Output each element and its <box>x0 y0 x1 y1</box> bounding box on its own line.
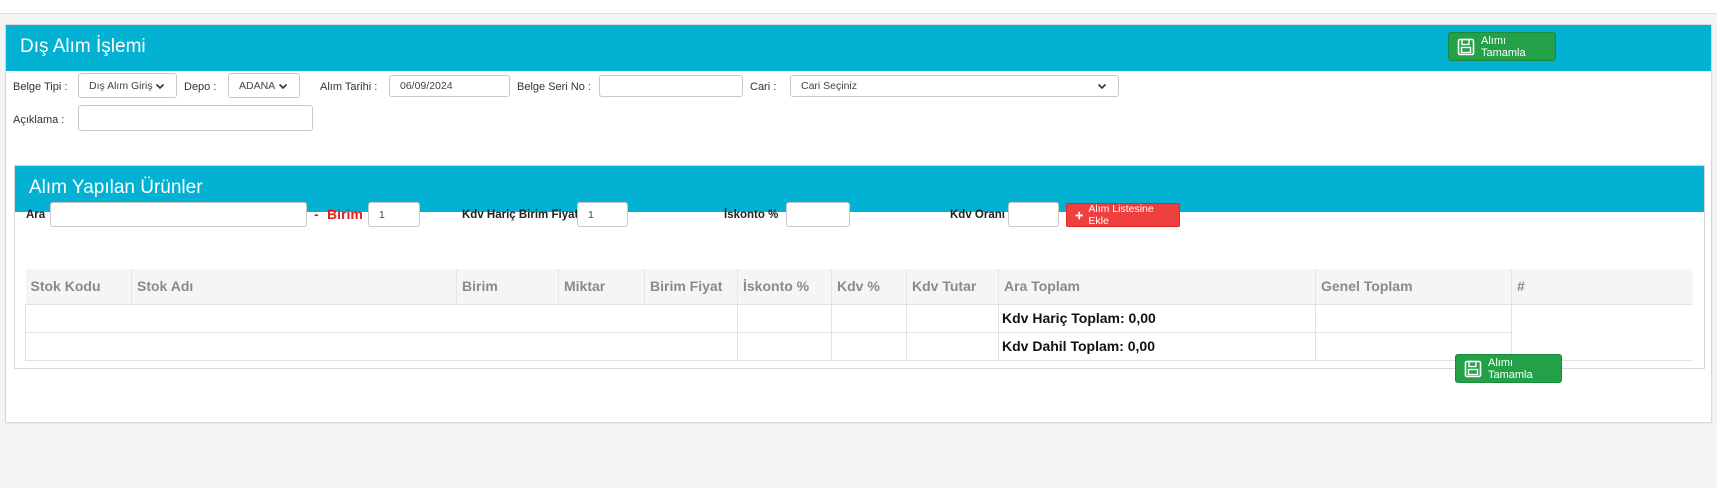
chevron-down-icon <box>1097 83 1107 90</box>
iskonto-label: İskonto % <box>724 209 779 221</box>
column-header-stok-adi[interactable]: Stok Adı <box>131 269 457 305</box>
table-cell <box>831 331 907 361</box>
table-row: Kdv Dahil Toplam: 0,00 <box>25 331 1693 361</box>
kdv-orani-label: Kdv Oranı <box>950 209 1005 221</box>
add-to-list-label: Alım Listesine Ekle <box>1088 203 1154 227</box>
ara-search-input[interactable] <box>50 202 307 227</box>
kdv-haric-toplam: Kdv Hariç Toplam: 0,00 <box>998 303 1316 333</box>
chevron-down-icon <box>278 83 288 89</box>
aciklama-label: Açıklama : <box>13 114 65 126</box>
kdv-haric-birim-fiyat-input[interactable]: 1 <box>577 202 628 227</box>
table-cell <box>1511 304 1693 361</box>
complete-button-label: Alımı Tamamla <box>1481 34 1526 59</box>
belge-tipi-value: Dış Alım Giriş <box>89 79 153 92</box>
alim-tarihi-value: 06/09/2024 <box>400 80 453 92</box>
table-cell <box>25 303 738 333</box>
belge-tipi-label: Belge Tipi : <box>13 81 68 93</box>
column-header-ara-toplam[interactable]: Ara Toplam <box>998 269 1316 305</box>
table-cell <box>1315 303 1512 333</box>
depo-label: Depo : <box>184 81 217 93</box>
page-title: Dış Alım İşlemi <box>20 36 146 57</box>
aciklama-input[interactable] <box>78 105 313 131</box>
products-title: Alım Yapılan Ürünler <box>29 177 203 198</box>
birim-input[interactable]: 1 <box>368 202 420 227</box>
cari-value: Cari Seçiniz <box>801 80 858 92</box>
alim-tarihi-label: Alım Tarihi : <box>320 81 378 93</box>
table-cell <box>737 331 832 361</box>
belge-seri-no-label: Belge Seri No : <box>517 81 591 93</box>
plus-icon <box>1075 211 1083 219</box>
column-header-genel-toplam[interactable]: Genel Toplam <box>1315 269 1512 305</box>
column-header-kdv-tutar[interactable]: Kdv Tutar <box>906 269 999 305</box>
kdv-dahil-toplam: Kdv Dahil Toplam: 0,00 <box>998 331 1316 361</box>
add-to-list-button[interactable]: Alım Listesine Ekle <box>1066 203 1180 227</box>
belge-tipi-select[interactable]: Dış Alım Giriş <box>78 73 177 98</box>
column-header-kdv[interactable]: Kdv % <box>831 269 907 305</box>
birim-label: Birim <box>327 206 363 222</box>
cari-label: Cari : <box>750 81 777 93</box>
chevron-down-icon <box>155 83 165 89</box>
column-header-birim[interactable]: Birim <box>456 269 559 305</box>
column-header-hash[interactable]: # <box>1511 269 1693 305</box>
column-header-birim-fiyat[interactable]: Birim Fiyat <box>644 269 738 305</box>
complete-purchase-button-top[interactable]: Alımı Tamamla <box>1448 32 1556 61</box>
card-header: Dış Alım İşlemi Alımı Tamamla <box>6 25 1711 71</box>
column-header-stok-kodu[interactable]: Stok Kodu <box>25 269 132 305</box>
belge-seri-no-input[interactable] <box>599 75 743 97</box>
floppy-disk-icon <box>1464 360 1482 377</box>
kdv-orani-input[interactable] <box>1008 202 1059 227</box>
table-cell <box>25 331 738 361</box>
column-header-iskonto[interactable]: İskonto % <box>737 269 832 305</box>
depo-select[interactable]: ADANA <box>228 73 300 98</box>
table-cell <box>906 331 999 361</box>
complete-button-label: Alımı Tamamla <box>1488 356 1533 381</box>
table-header-row: Stok Kodu Stok Adı Birim Miktar Birim Fi… <box>25 269 1693 305</box>
table-cell <box>737 303 832 333</box>
column-header-miktar[interactable]: Miktar <box>558 269 645 305</box>
alim-tarihi-input[interactable]: 06/09/2024 <box>389 75 510 97</box>
kdv-haric-birim-fiyat-label: Kdv Hariç Birim Fiyat <box>462 209 579 221</box>
products-table: Stok Kodu Stok Adı Birim Miktar Birim Fi… <box>25 269 1693 361</box>
birim-dash: - <box>314 206 319 222</box>
table-cell <box>906 303 999 333</box>
complete-purchase-button-bottom[interactable]: Alımı Tamamla <box>1455 354 1562 383</box>
cari-select[interactable]: Cari Seçiniz <box>790 75 1119 97</box>
floppy-disk-icon <box>1457 38 1475 55</box>
top-bar <box>0 0 1717 14</box>
iskonto-input[interactable] <box>786 202 850 227</box>
depo-value: ADANA <box>239 79 276 92</box>
birim-value: 1 <box>379 208 385 221</box>
table-cell <box>831 303 907 333</box>
ara-label: Ara <box>26 209 46 221</box>
table-row: Kdv Hariç Toplam: 0,00 <box>25 303 1693 361</box>
kdv-haric-birim-fiyat-value: 1 <box>588 208 594 221</box>
